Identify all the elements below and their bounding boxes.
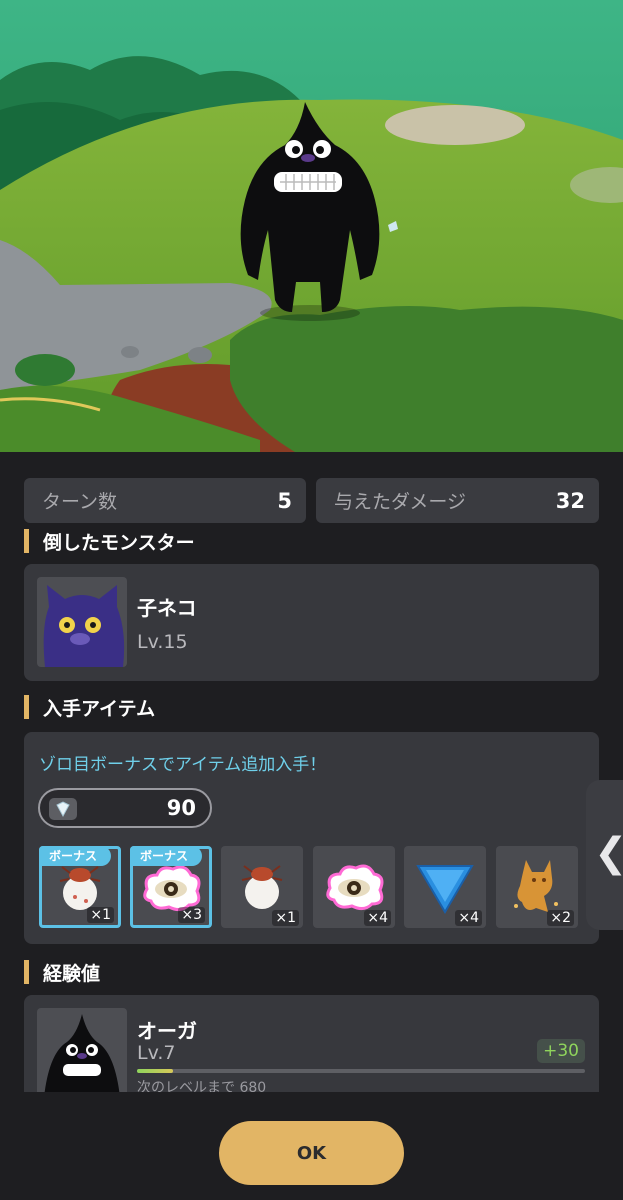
defeated-monster-level: Lv.15 (137, 631, 188, 653)
damage-dealt-label: 与えたダメージ (334, 491, 467, 513)
purple-cat-monster-icon (37, 577, 127, 667)
exp-card: オーガ Lv.7 +30 次のレベルまで 680 (24, 995, 599, 1092)
item-count: ×4 (455, 910, 482, 926)
item-count: ×4 (364, 910, 391, 926)
bonus-note: ゾロ目ボーナスでアイテム追加入手！ (39, 755, 327, 775)
exp-gain-badge: +30 (537, 1039, 585, 1063)
bonus-tag: ボーナス (39, 846, 112, 866)
item-count: ×1 (272, 910, 299, 926)
defeated-section-title: 倒したモンスター (43, 531, 195, 554)
diamond-icon (49, 798, 77, 820)
exp-section-header: 経験値 (24, 959, 100, 985)
defeated-monster-name: 子ネコ (137, 596, 197, 620)
exp-progress-bar (137, 1069, 585, 1073)
ogre-avatar (37, 1008, 127, 1092)
bonus-tag: ボーナス (130, 846, 203, 866)
item-slot[interactable]: ×4 (404, 846, 486, 928)
side-drawer-tab[interactable]: ❮ (586, 780, 623, 930)
chevron-left-icon: ❮ (594, 830, 623, 876)
item-slot[interactable]: ×2 (496, 846, 578, 928)
next-level-label: 次のレベルまで 680 (137, 1080, 267, 1092)
defeated-monster-card: 子ネコ Lv.15 (24, 564, 599, 681)
turn-count-box: ターン数 5 (24, 478, 306, 523)
gem-count: 90 (166, 796, 196, 820)
character-name: オーガ (137, 1019, 197, 1043)
items-section-header: 入手アイテム (24, 694, 155, 720)
turn-count-value: 5 (277, 488, 292, 513)
damage-dealt-box: 与えたダメージ 32 (316, 478, 599, 523)
item-slot[interactable]: ×1 (221, 846, 303, 928)
section-marker (24, 695, 29, 719)
character-level: Lv.7 (137, 1042, 176, 1064)
defeated-section-header: 倒したモンスター (24, 528, 195, 554)
exp-section-title: 経験値 (43, 962, 101, 985)
turn-count-label: ターン数 (42, 491, 118, 513)
item-slot[interactable]: ボーナス ×1 (39, 846, 121, 928)
section-marker (24, 960, 29, 984)
damage-dealt-value: 32 (555, 488, 585, 513)
gem-counter: 90 (38, 788, 212, 828)
item-slot[interactable]: ボーナス ×3 (130, 846, 212, 928)
item-count: ×3 (178, 907, 205, 923)
items-card: ゾロ目ボーナスでアイテム追加入手！ 90 ボーナス ×1 ボーナス ×3 ×1 … (24, 732, 599, 944)
ok-button[interactable]: OK (219, 1121, 404, 1185)
item-slot[interactable]: ×4 (313, 846, 395, 928)
exp-progress-fill (137, 1069, 173, 1073)
battle-scene (0, 0, 623, 455)
items-section-title: 入手アイテム (43, 697, 156, 720)
item-count: ×1 (87, 907, 114, 923)
section-marker (24, 529, 29, 553)
item-count: ×2 (547, 910, 574, 926)
